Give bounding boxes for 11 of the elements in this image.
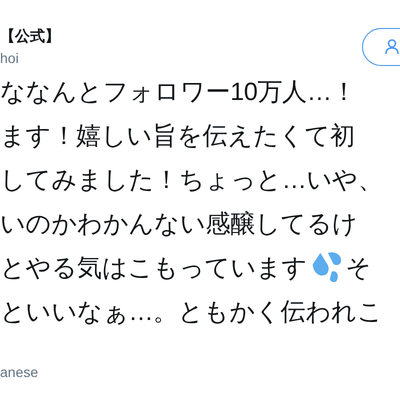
translate-link[interactable]: anese — [0, 364, 400, 380]
tweet-text: してみました！ちょっと…いや、 — [0, 165, 383, 196]
tweet-text: とやる気はこもっています — [0, 253, 308, 284]
tweet-text: そ — [345, 253, 372, 284]
account-name[interactable]: 【公式】 — [0, 26, 60, 48]
tweet-text: といいなぁ…。ともかく伝われこ — [0, 297, 383, 328]
person-icon — [385, 39, 399, 55]
tweet-text: ます！嬉しい旨を伝えたくて初 — [0, 121, 355, 152]
account-handle: hoi — [0, 49, 20, 68]
tweet-text: ななんとフォロワー10万人…！ — [0, 77, 356, 108]
tweet-text: いのかわかんない感醸してるけ — [0, 209, 358, 240]
